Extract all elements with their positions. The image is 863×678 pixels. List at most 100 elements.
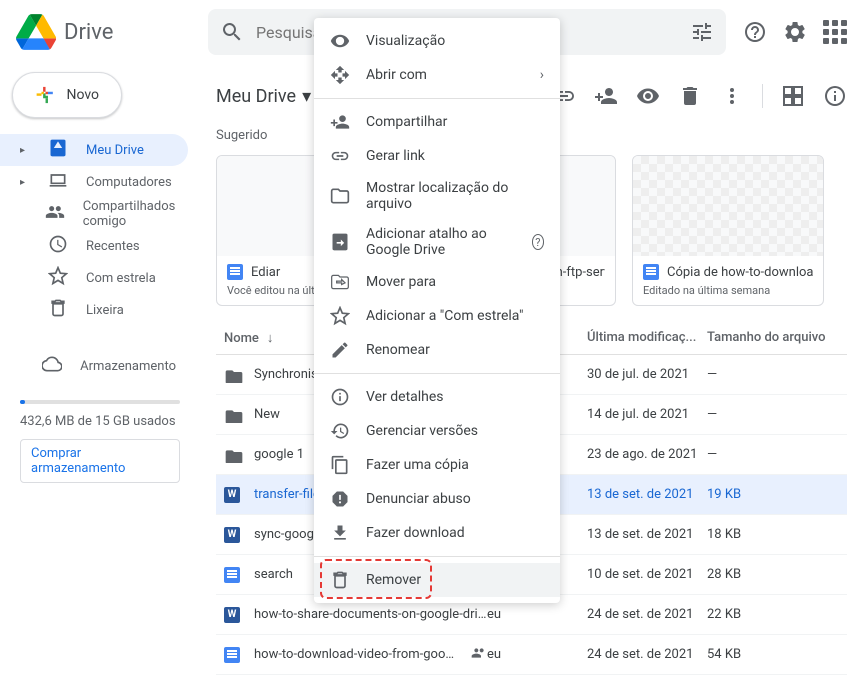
breadcrumb-label: Meu Drive bbox=[216, 86, 296, 107]
file-name: how-to-share-documents-on-google-drive..… bbox=[254, 607, 487, 622]
menu-item-download[interactable]: Fazer download bbox=[314, 516, 560, 550]
eye-icon bbox=[330, 31, 350, 51]
file-modified: 13 de set. de 2021 bbox=[587, 527, 707, 542]
logo-area[interactable]: Drive bbox=[16, 12, 200, 52]
nav-icon bbox=[45, 202, 65, 226]
sidebar-item-label: Com estrela bbox=[86, 271, 156, 286]
file-name: New bbox=[254, 407, 280, 422]
menu-item-eye[interactable]: Visualização bbox=[314, 24, 560, 58]
menu-item-label: Gerenciar versões bbox=[366, 423, 478, 439]
menu-item-label: Visualização bbox=[366, 33, 445, 49]
new-button-label: Novo bbox=[66, 87, 99, 103]
menu-item-move[interactable]: Mover para bbox=[314, 265, 560, 299]
search-options-icon[interactable] bbox=[690, 20, 714, 44]
folder-icon bbox=[224, 367, 240, 383]
chevron-down-icon: ▾ bbox=[302, 86, 311, 107]
menu-item-trash[interactable]: Remover bbox=[314, 563, 560, 597]
file-name: search bbox=[254, 567, 293, 582]
menu-item-link[interactable]: Gerar link bbox=[314, 139, 560, 173]
shared-icon bbox=[471, 645, 487, 665]
sidebar: Novo ▸Meu Drive▸ComputadoresCompartilhad… bbox=[0, 64, 200, 678]
download-icon bbox=[330, 523, 350, 543]
sidebar-item-4[interactable]: Com estrela bbox=[0, 262, 188, 294]
menu-item-label: Mover para bbox=[366, 274, 436, 290]
storage-bar bbox=[20, 400, 180, 404]
menu-item-label: Abrir com bbox=[366, 67, 427, 83]
menu-item-label: Adicionar atalho ao Google Drive bbox=[366, 226, 516, 258]
new-button[interactable]: Novo bbox=[12, 72, 122, 118]
nav-icon bbox=[48, 234, 68, 258]
word-icon bbox=[224, 487, 240, 503]
card-title: Ediar bbox=[251, 265, 280, 280]
sidebar-item-6[interactable]: Armazenamento bbox=[0, 350, 188, 382]
sort-arrow-icon: ↓ bbox=[267, 330, 274, 346]
help-icon[interactable] bbox=[743, 20, 767, 44]
menu-item-shortcut[interactable]: Adicionar atalho ao Google Drive? bbox=[314, 219, 560, 265]
table-row[interactable]: how-to-download-video-from-google-... eu… bbox=[216, 635, 847, 675]
menu-item-star[interactable]: Adicionar a "Com estrela" bbox=[314, 299, 560, 333]
grid-view-icon[interactable] bbox=[781, 84, 805, 108]
col-size[interactable]: Tamanho do arquivo bbox=[707, 330, 847, 346]
folder-icon bbox=[224, 407, 240, 423]
file-modified: 14 de jul. de 2021 bbox=[587, 407, 707, 422]
file-size: 19 KB bbox=[707, 487, 847, 502]
docs-icon bbox=[224, 647, 240, 663]
shortcut-icon bbox=[330, 232, 350, 252]
menu-item-label: Mostrar localização do arquivo bbox=[366, 180, 544, 212]
menu-item-label: Fazer uma cópia bbox=[366, 457, 469, 473]
preview-icon[interactable] bbox=[636, 84, 660, 108]
menu-item-rename[interactable]: Renomear bbox=[314, 333, 560, 367]
storage-text: 432,6 MB de 15 GB usados bbox=[20, 414, 180, 429]
sidebar-item-0[interactable]: ▸Meu Drive bbox=[0, 134, 188, 166]
gear-icon[interactable] bbox=[783, 20, 807, 44]
file-modified: 13 de set. de 2021 bbox=[587, 487, 707, 502]
context-menu: Visualização Abrir com› Compartilhar Ger… bbox=[314, 18, 560, 603]
menu-item-label: Fazer download bbox=[366, 525, 465, 541]
file-size: 18 KB bbox=[707, 527, 847, 542]
sidebar-item-2[interactable]: Compartilhados comigo bbox=[0, 198, 188, 230]
menu-item-label: Compartilhar bbox=[366, 114, 447, 130]
menu-item-label: Remover bbox=[366, 572, 421, 588]
copy-icon bbox=[330, 455, 350, 475]
more-icon[interactable] bbox=[720, 84, 744, 108]
file-owner: eu bbox=[487, 607, 587, 622]
menu-item-folder[interactable]: Mostrar localização do arquivo bbox=[314, 173, 560, 219]
menu-item-label: Renomear bbox=[366, 342, 430, 358]
suggested-card[interactable]: Cópia de how-to-download-v... Editado na… bbox=[632, 155, 824, 306]
folder-icon bbox=[224, 447, 240, 463]
file-modified: 24 de set. de 2021 bbox=[587, 607, 707, 622]
info-icon[interactable] bbox=[823, 84, 847, 108]
folder-icon bbox=[330, 186, 350, 206]
app-name: Drive bbox=[64, 20, 113, 45]
nav-icon bbox=[48, 266, 68, 290]
file-owner: eu bbox=[487, 647, 587, 662]
sidebar-item-label: Compartilhados comigo bbox=[83, 199, 176, 229]
sidebar-item-3[interactable]: Recentes bbox=[0, 230, 188, 262]
word-icon bbox=[224, 607, 240, 623]
rename-icon bbox=[330, 340, 350, 360]
buy-storage-button[interactable]: Comprar armazenamento bbox=[20, 439, 180, 483]
menu-separator bbox=[314, 98, 560, 99]
link-icon bbox=[330, 146, 350, 166]
info-icon bbox=[330, 387, 350, 407]
sidebar-item-label: Lixeira bbox=[86, 303, 124, 318]
menu-item-label: Gerar link bbox=[366, 148, 425, 164]
file-modified: 24 de set. de 2021 bbox=[587, 647, 707, 662]
nav-list: ▸Meu Drive▸ComputadoresCompartilhados co… bbox=[0, 134, 200, 382]
share-icon[interactable] bbox=[594, 84, 618, 108]
breadcrumb[interactable]: Meu Drive ▾ bbox=[216, 86, 311, 107]
word-icon bbox=[224, 527, 240, 543]
card-title: Cópia de how-to-download-v... bbox=[667, 265, 813, 280]
sidebar-item-1[interactable]: ▸Computadores bbox=[0, 166, 188, 198]
menu-item-info[interactable]: Ver detalhes bbox=[314, 380, 560, 414]
menu-item-share[interactable]: Compartilhar bbox=[314, 105, 560, 139]
sidebar-item-5[interactable]: Lixeira bbox=[0, 294, 188, 326]
menu-item-open[interactable]: Abrir com› bbox=[314, 58, 560, 92]
menu-item-versions[interactable]: Gerenciar versões bbox=[314, 414, 560, 448]
menu-item-report[interactable]: Denunciar abuso bbox=[314, 482, 560, 516]
apps-icon[interactable] bbox=[823, 20, 847, 44]
trash-icon[interactable] bbox=[678, 84, 702, 108]
menu-item-copy[interactable]: Fazer uma cópia bbox=[314, 448, 560, 482]
docs-icon bbox=[643, 264, 659, 280]
col-modified[interactable]: Última modificaç... bbox=[587, 330, 707, 346]
